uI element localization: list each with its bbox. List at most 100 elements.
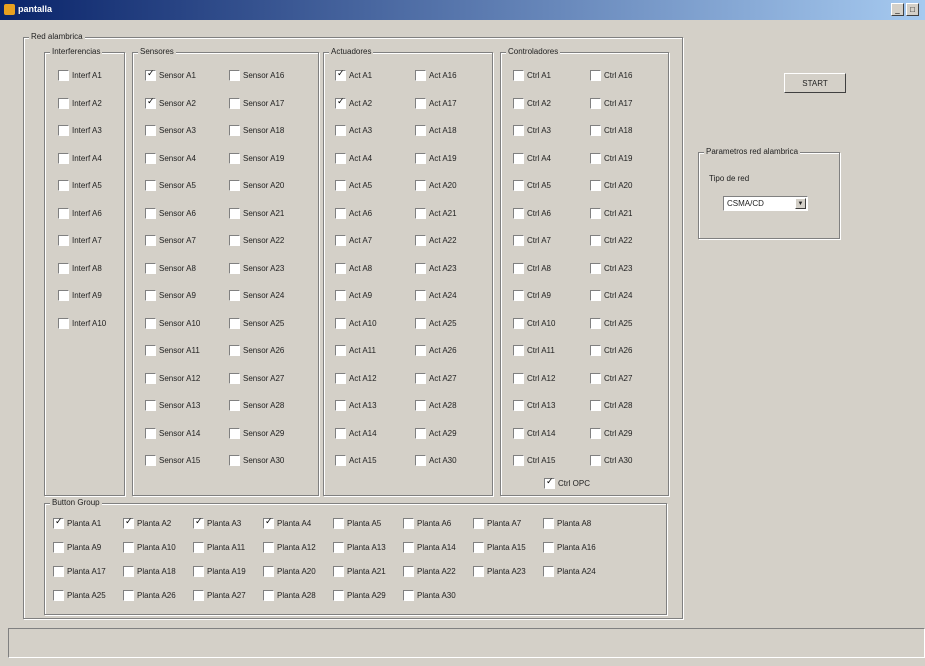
actuator-checkbox[interactable]: Act A1	[335, 69, 372, 81]
planta-checkbox[interactable]: Planta A8	[543, 518, 591, 529]
checkbox-box[interactable]	[335, 455, 346, 466]
checkbox-box[interactable]	[193, 590, 204, 601]
checkbox-box[interactable]	[513, 345, 524, 356]
planta-checkbox[interactable]: Planta A11	[193, 542, 245, 553]
planta-checkbox[interactable]: Planta A25	[53, 590, 106, 601]
checkbox-box[interactable]	[229, 97, 240, 109]
checkbox-box[interactable]	[335, 152, 346, 164]
checkbox-box[interactable]	[473, 542, 484, 553]
controller-checkbox[interactable]: Ctrl A25	[590, 317, 632, 329]
checkbox-box[interactable]	[513, 70, 524, 81]
controller-checkbox[interactable]: Ctrl A10	[513, 317, 555, 329]
checkbox-box[interactable]	[145, 290, 156, 301]
actuator-checkbox[interactable]: Act A21	[415, 207, 457, 219]
checkbox-box[interactable]	[335, 235, 346, 246]
actuator-checkbox[interactable]: Act A6	[335, 207, 372, 219]
checkbox-box[interactable]	[58, 235, 69, 246]
sensor-checkbox[interactable]: Sensor A1	[145, 69, 196, 81]
interf-checkbox[interactable]: Interf A10	[58, 317, 106, 329]
checkbox-box[interactable]	[543, 518, 554, 529]
controller-checkbox[interactable]: Ctrl A8	[513, 262, 551, 274]
checkbox-box[interactable]	[335, 317, 346, 329]
planta-checkbox[interactable]: Planta A19	[193, 566, 246, 577]
controller-checkbox[interactable]: Ctrl A21	[590, 207, 632, 219]
planta-checkbox[interactable]: Planta A13	[333, 542, 386, 553]
checkbox-box[interactable]	[193, 542, 204, 553]
checkbox-box[interactable]	[58, 207, 69, 219]
checkbox-box[interactable]	[229, 262, 240, 274]
checkbox-box[interactable]	[58, 262, 69, 274]
checkbox-box[interactable]	[415, 70, 426, 81]
controller-checkbox[interactable]: Ctrl A6	[513, 207, 551, 219]
sensor-checkbox[interactable]: Sensor A22	[229, 235, 284, 246]
interf-checkbox[interactable]: Interf A5	[58, 180, 102, 191]
checkbox-box[interactable]	[590, 400, 601, 411]
checkbox-box[interactable]	[543, 566, 554, 577]
checkbox-box[interactable]	[415, 180, 426, 191]
planta-checkbox[interactable]: Planta A22	[403, 566, 456, 577]
checkbox-box[interactable]	[333, 518, 344, 529]
checkbox-box[interactable]	[123, 517, 134, 529]
checkbox-box[interactable]	[58, 152, 69, 164]
controller-checkbox[interactable]: Ctrl A24	[590, 290, 632, 301]
checkbox-box[interactable]	[544, 477, 555, 489]
checkbox-box[interactable]	[229, 345, 240, 356]
checkbox-box[interactable]	[473, 518, 484, 529]
planta-checkbox[interactable]: Planta A14	[403, 542, 456, 553]
checkbox-box[interactable]	[403, 518, 414, 529]
maximize-button[interactable]: □	[906, 3, 919, 16]
checkbox-box[interactable]	[145, 345, 156, 356]
checkbox-box[interactable]	[229, 125, 240, 136]
checkbox-box[interactable]	[415, 427, 426, 439]
sensor-checkbox[interactable]: Sensor A27	[229, 372, 284, 384]
checkbox-box[interactable]	[513, 125, 524, 136]
controller-checkbox[interactable]: Ctrl A14	[513, 427, 555, 439]
sensor-checkbox[interactable]: Sensor A2	[145, 97, 196, 109]
checkbox-box[interactable]	[145, 235, 156, 246]
checkbox-box[interactable]	[590, 372, 601, 384]
sensor-checkbox[interactable]: Sensor A21	[229, 207, 284, 219]
planta-checkbox[interactable]: Planta A3	[193, 517, 241, 529]
actuator-checkbox[interactable]: Act A5	[335, 180, 372, 191]
controller-checkbox[interactable]: Ctrl A23	[590, 262, 632, 274]
checkbox-box[interactable]	[513, 427, 524, 439]
actuator-checkbox[interactable]: Act A13	[335, 400, 377, 411]
actuator-checkbox[interactable]: Act A16	[415, 70, 457, 81]
checkbox-box[interactable]	[415, 97, 426, 109]
controller-checkbox[interactable]: Ctrl A1	[513, 70, 551, 81]
checkbox-box[interactable]	[333, 590, 344, 601]
controller-checkbox[interactable]: Ctrl A28	[590, 400, 632, 411]
checkbox-box[interactable]	[145, 317, 156, 329]
planta-checkbox[interactable]: Planta A16	[543, 542, 596, 553]
checkbox-box[interactable]	[123, 590, 134, 601]
controller-checkbox[interactable]: Ctrl A29	[590, 427, 632, 439]
checkbox-box[interactable]	[58, 290, 69, 301]
actuator-checkbox[interactable]: Act A11	[335, 345, 376, 356]
actuator-checkbox[interactable]: Act A8	[335, 262, 372, 274]
sensor-checkbox[interactable]: Sensor A13	[145, 400, 200, 411]
interf-checkbox[interactable]: Interf A9	[58, 290, 102, 301]
controller-checkbox[interactable]: Ctrl A17	[590, 97, 632, 109]
sensor-checkbox[interactable]: Sensor A6	[145, 207, 196, 219]
sensor-checkbox[interactable]: Sensor A15	[145, 455, 200, 466]
checkbox-box[interactable]	[263, 542, 274, 553]
checkbox-box[interactable]	[263, 566, 274, 577]
checkbox-box[interactable]	[229, 180, 240, 191]
checkbox-box[interactable]	[229, 427, 240, 439]
checkbox-box[interactable]	[543, 542, 554, 553]
actuator-checkbox[interactable]: Act A10	[335, 317, 377, 329]
checkbox-box[interactable]	[229, 372, 240, 384]
checkbox-box[interactable]	[335, 97, 346, 109]
checkbox-box[interactable]	[145, 372, 156, 384]
controller-checkbox[interactable]: Ctrl A18	[590, 125, 632, 136]
checkbox-box[interactable]	[590, 345, 601, 356]
ctrl-opc-checkbox[interactable]: Ctrl OPC	[544, 477, 590, 489]
controller-checkbox[interactable]: Ctrl A7	[513, 235, 551, 246]
sensor-checkbox[interactable]: Sensor A12	[145, 372, 200, 384]
planta-checkbox[interactable]: Planta A2	[123, 517, 171, 529]
actuator-checkbox[interactable]: Act A9	[335, 290, 372, 301]
checkbox-box[interactable]	[335, 372, 346, 384]
sensor-checkbox[interactable]: Sensor A20	[229, 180, 284, 191]
sensor-checkbox[interactable]: Sensor A17	[229, 97, 284, 109]
planta-checkbox[interactable]: Planta A18	[123, 566, 176, 577]
